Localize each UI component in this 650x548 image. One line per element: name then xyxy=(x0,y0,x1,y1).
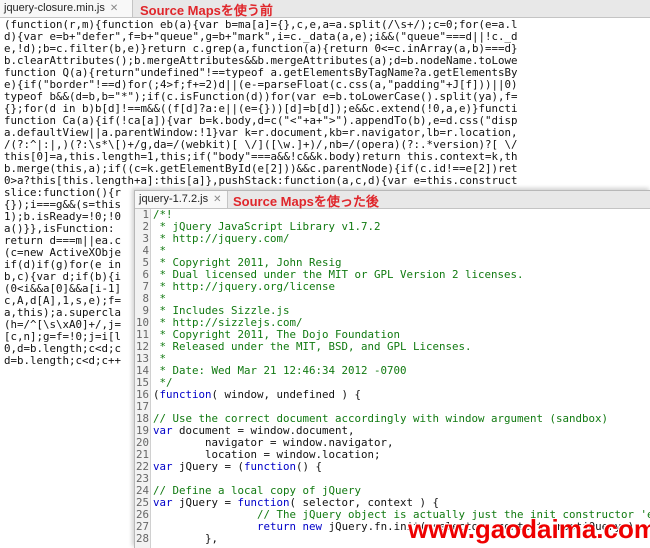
code-text: () { xyxy=(296,460,323,473)
code-comment: * Released under the MIT, BSD, and GPL L… xyxy=(153,340,472,353)
tab-jquery-closure-min[interactable]: jquery-closure.min.js ✕ xyxy=(0,0,133,17)
code-line: * Date: Wed Mar 21 12:46:34 2012 -0700 xyxy=(153,365,650,377)
code-text: jQuery = ( xyxy=(172,460,245,473)
code-line: * Released under the MIT, BSD, and GPL L… xyxy=(153,341,650,353)
code-keyword: var xyxy=(153,460,173,473)
tab-label: jquery-closure.min.js xyxy=(4,2,105,14)
code-line: var jQuery = (function() { xyxy=(153,461,650,473)
code-comment: * http://jquery.org/license xyxy=(153,280,336,293)
code-keyword: return xyxy=(257,520,297,533)
line-number: 28 xyxy=(135,532,149,545)
source-mapped-editor-panel: jquery-1.7.2.js ✕ Source Mapsを使った後 123456… xyxy=(134,190,650,548)
code-comment: * Date: Wed Mar 21 12:46:34 2012 -0700 xyxy=(153,364,407,377)
annotation-before: Source Mapsを使う前 xyxy=(140,3,273,18)
annotation-after: Source Mapsを使った後 xyxy=(233,194,379,209)
code-keyword: function xyxy=(159,388,212,401)
code-comment: * http://jquery.com/ xyxy=(153,232,290,245)
source-code[interactable]: /*! * jQuery JavaScript Library v1.7.2 *… xyxy=(153,209,650,548)
watermark: www.gaodaima.com xyxy=(408,514,650,544)
tab-label: jquery-1.7.2.js xyxy=(139,193,209,205)
close-icon[interactable]: ✕ xyxy=(213,194,221,205)
code-text: ( window, undefined ) { xyxy=(211,388,362,401)
code-keyword: new xyxy=(302,520,323,533)
tab-jquery-1-7-2[interactable]: jquery-1.7.2.js ✕ xyxy=(135,191,228,208)
code-line: * http://jquery.org/license xyxy=(153,281,650,293)
back-tab-bar: jquery-closure.min.js ✕ Source Mapsを使う前 xyxy=(0,0,650,18)
code-text: }, xyxy=(153,532,219,545)
line-number-gutter: 1 2 3 4 5 6 7 8 9 10 11 12 13 14 15 16 17 18 19 20 21 22 23 24 2… xyxy=(135,209,151,548)
front-tab-bar: jquery-1.7.2.js ✕ Source Mapsを使った後 xyxy=(135,191,650,209)
code-line: * http://jquery.com/ xyxy=(153,233,650,245)
code-keyword: function xyxy=(244,460,297,473)
code-line: (function( window, undefined ) { xyxy=(153,389,650,401)
close-icon[interactable]: ✕ xyxy=(110,3,118,14)
